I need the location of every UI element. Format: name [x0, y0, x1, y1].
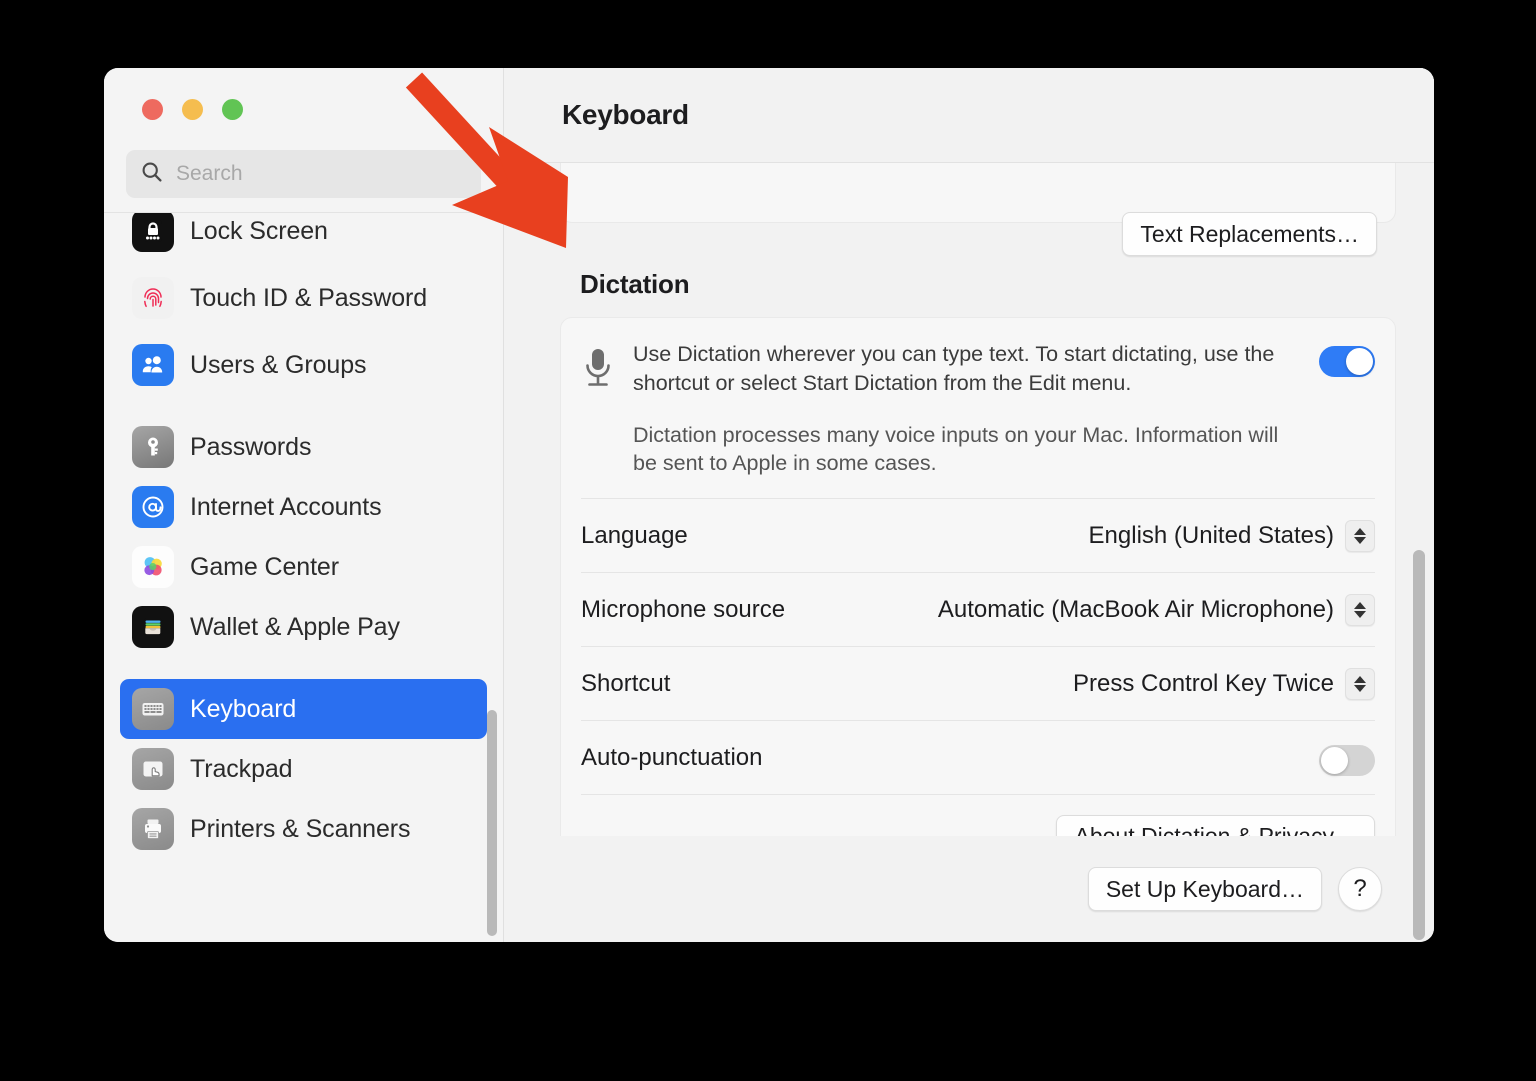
lock-screen-icon: [132, 213, 174, 252]
sidebar-item-label: Users & Groups: [190, 351, 367, 379]
row-label: Language: [581, 521, 688, 549]
main-pane: Keyboard Text Replacements… Dictation Us…: [504, 68, 1434, 942]
row-microphone-source: Microphone source Automatic (MacBook Air…: [581, 572, 1375, 646]
main-scrollbar[interactable]: [1413, 550, 1425, 940]
microphone-icon: [581, 346, 615, 397]
search-box[interactable]: [126, 150, 481, 198]
sidebar-item-label: Trackpad: [190, 755, 293, 783]
text-replacements-button[interactable]: Text Replacements…: [1122, 212, 1377, 256]
chevron-up-icon: [1354, 527, 1366, 535]
sidebar-item-label: Wallet & Apple Pay: [190, 613, 400, 641]
system-settings-window: Lock Screen Touch ID & P: [104, 68, 1434, 942]
dictation-card: Use Dictation wherever you can type text…: [560, 317, 1396, 836]
dictation-description-primary: Use Dictation wherever you can type text…: [633, 342, 1275, 395]
language-stepper[interactable]: [1345, 519, 1375, 552]
row-language: Language English (United States): [581, 498, 1375, 572]
chevron-up-icon: [1354, 675, 1366, 683]
dictation-section-title: Dictation: [580, 269, 690, 299]
page-title: Keyboard: [562, 99, 689, 130]
sidebar-item-game-center[interactable]: Game Center: [120, 537, 487, 597]
toggle-knob: [1346, 348, 1373, 375]
about-dictation-privacy-button[interactable]: About Dictation & Privacy…: [1056, 814, 1375, 836]
search-container: [104, 150, 503, 212]
microphone-source-stepper[interactable]: [1345, 593, 1375, 626]
search-input[interactable]: [176, 162, 467, 186]
shortcut-stepper[interactable]: [1345, 667, 1375, 700]
chevron-down-icon: [1354, 536, 1366, 544]
dictation-description-secondary: Dictation processes many voice inputs on…: [633, 422, 1279, 476]
text-input-card-clipped: Text Replacements…: [560, 163, 1396, 256]
sidebar-item-label: Internet Accounts: [190, 493, 382, 521]
sidebar: Lock Screen Touch ID & P: [104, 68, 504, 942]
trackpad-icon: [132, 748, 174, 790]
row-about-dictation: About Dictation & Privacy…: [581, 794, 1375, 836]
footer-actions: Set Up Keyboard… ?: [504, 836, 1434, 942]
passwords-key-icon: [132, 426, 174, 468]
sidebar-item-passwords[interactable]: Passwords: [120, 417, 487, 477]
row-auto-punctuation: Auto-punctuation: [581, 720, 1375, 794]
keyboard-icon: [132, 688, 174, 730]
dictation-header-row: Use Dictation wherever you can type text…: [581, 318, 1375, 498]
sidebar-nav: Lock Screen Touch ID & Password Users & …: [104, 213, 503, 942]
settings-scroll-area: Text Replacements… Dictation Use Dictati…: [504, 163, 1434, 836]
close-button[interactable]: [142, 98, 163, 120]
auto-punctuation-toggle[interactable]: [1319, 745, 1375, 777]
sidebar-item-label: Lock Screen: [190, 217, 328, 245]
printers-scanners-icon: [132, 808, 174, 850]
dictation-descriptions: Use Dictation wherever you can type text…: [633, 340, 1301, 478]
traffic-lights: [104, 68, 503, 150]
game-center-icon: [132, 546, 174, 588]
sidebar-item-label: Touch ID & Password: [190, 284, 428, 312]
touch-id-icon: [132, 277, 174, 319]
sidebar-item-printers-scanners[interactable]: Printers & Scanners: [120, 799, 487, 859]
sidebar-item-label: Keyboard: [190, 695, 297, 723]
row-label: Auto-punctuation: [581, 743, 763, 771]
dictation-toggle[interactable]: [1319, 346, 1375, 377]
zoom-button[interactable]: [222, 98, 243, 120]
chevron-down-icon: [1354, 610, 1366, 618]
users-groups-icon: [132, 344, 174, 386]
sidebar-item-internet-accounts[interactable]: Internet Accounts: [120, 477, 487, 537]
chevron-up-icon: [1354, 601, 1366, 609]
row-label: Shortcut: [581, 669, 671, 697]
row-shortcut: Shortcut Press Control Key Twice: [581, 646, 1375, 720]
titlebar: Keyboard: [504, 68, 1434, 163]
set-up-keyboard-button[interactable]: Set Up Keyboard…: [1087, 867, 1322, 911]
row-control[interactable]: Automatic (MacBook Air Microphone): [937, 593, 1375, 626]
chevron-down-icon: [1354, 684, 1366, 692]
sidebar-item-touch-id-password[interactable]: Touch ID & Password: [120, 261, 487, 335]
internet-accounts-icon: [132, 486, 174, 528]
help-button[interactable]: ?: [1338, 867, 1382, 911]
row-value: Press Control Key Twice: [1073, 669, 1334, 697]
row-value: Automatic (MacBook Air Microphone): [937, 595, 1334, 623]
row-control[interactable]: Press Control Key Twice: [1073, 667, 1375, 700]
sidebar-item-trackpad[interactable]: Trackpad: [120, 739, 487, 799]
sidebar-scrollbar[interactable]: [487, 710, 497, 936]
sidebar-item-wallet-apple-pay[interactable]: Wallet & Apple Pay: [120, 597, 487, 657]
row-label: Microphone source: [581, 595, 786, 623]
sidebar-item-label: Printers & Scanners: [190, 815, 411, 843]
sidebar-item-users-groups[interactable]: Users & Groups: [120, 335, 487, 395]
sidebar-item-label: Game Center: [190, 553, 339, 581]
toggle-knob: [1321, 747, 1348, 775]
row-value: English (United States): [1088, 521, 1334, 549]
sidebar-item-keyboard[interactable]: Keyboard: [120, 679, 487, 739]
wallet-icon: [132, 606, 174, 648]
sidebar-item-lock-screen[interactable]: Lock Screen: [120, 213, 487, 261]
row-control[interactable]: English (United States): [1088, 519, 1375, 552]
sidebar-item-label: Passwords: [190, 433, 312, 461]
search-icon: [140, 160, 164, 189]
minimize-button[interactable]: [182, 98, 203, 120]
